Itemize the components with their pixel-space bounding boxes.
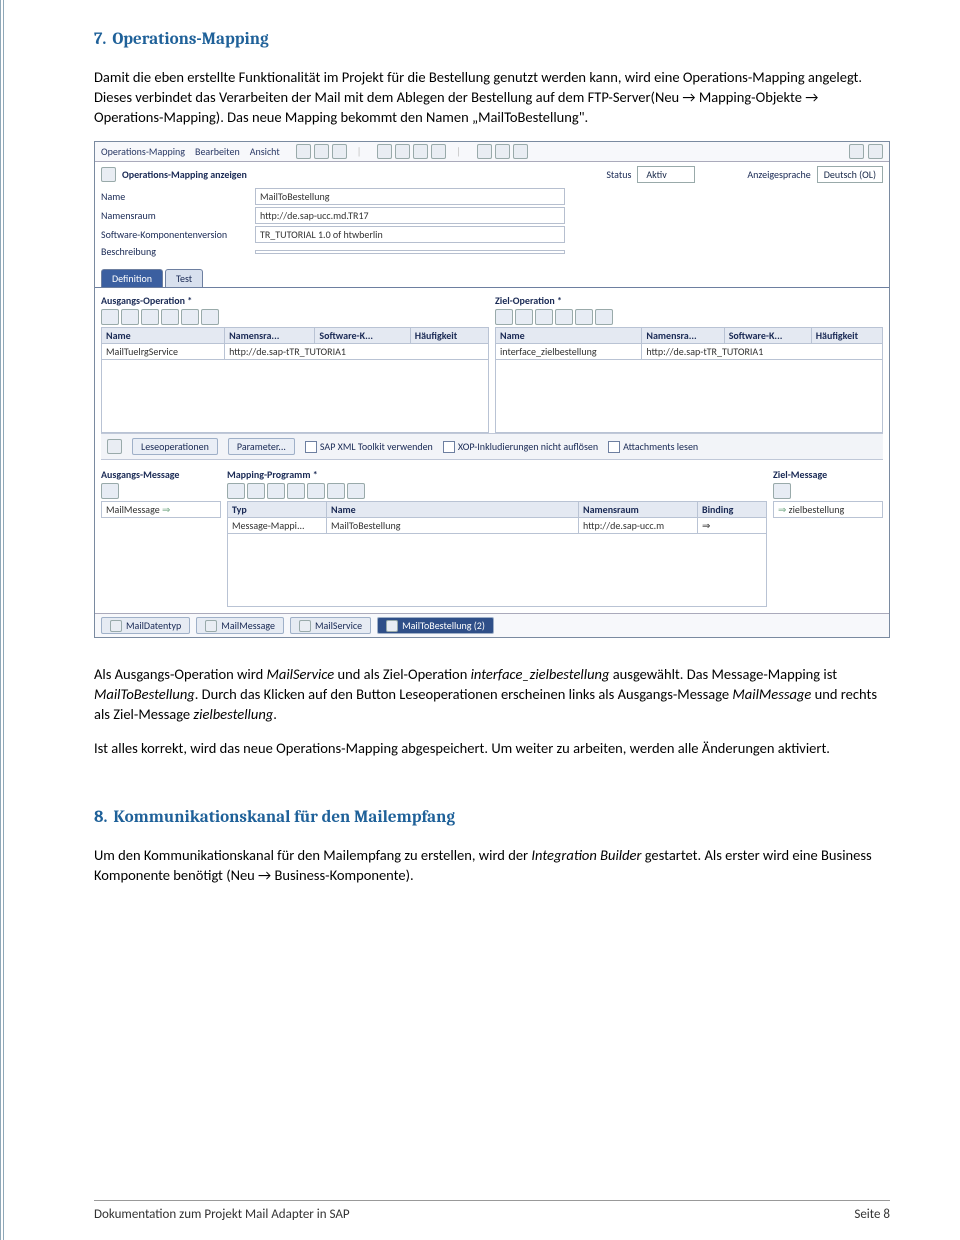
field-swc-value: TR_TUTORIAL 1.0 of htwberlin — [255, 226, 565, 243]
display-title: Operations-Mapping anzeigen — [122, 168, 247, 181]
tbl-btn[interactable] — [227, 483, 245, 499]
tbl-btn[interactable] — [327, 483, 345, 499]
cb-attach[interactable]: Attachments lesen — [608, 440, 698, 453]
footer-left: Dokumentation zum Projekt Mail Adapter i… — [94, 1207, 350, 1222]
tbl-btn[interactable] — [575, 309, 593, 325]
parameters-button[interactable]: Parameter... — [228, 438, 295, 455]
lang-label: Anzeigesprache — [747, 168, 810, 181]
tbl-btn[interactable] — [307, 483, 325, 499]
read-operations-button[interactable]: Leseoperationen — [132, 438, 218, 455]
tbl-btn[interactable] — [347, 483, 365, 499]
mapping-prog-title: Mapping-Programm * — [227, 468, 767, 481]
status-tab[interactable]: MailMessage — [196, 617, 284, 634]
status-tab[interactable]: MailDatentyp — [101, 617, 190, 634]
toolbar-icon[interactable] — [495, 144, 510, 159]
table-row[interactable]: interface_zielbestellung — [496, 344, 642, 360]
field-desc-value[interactable] — [255, 250, 565, 254]
tbl-btn[interactable] — [287, 483, 305, 499]
ausgangs-msg-title: Ausgangs-Message — [101, 468, 221, 481]
field-ns-value: http://de.sap-ucc.md.TR17 — [255, 207, 565, 224]
section-7-title: 7.Operations-Mapping — [94, 30, 890, 49]
lock-icon — [101, 167, 116, 182]
section-8-title: 8.Kommunikationskanal für den Mailempfan… — [94, 808, 890, 827]
section-8-p1: Um den Kommunikationskanal für den Maile… — [94, 845, 890, 885]
tbl-btn[interactable] — [595, 309, 613, 325]
menu-opmapping[interactable]: Operations-Mapping — [101, 145, 185, 158]
table-row[interactable]: MailTuelrgService — [102, 344, 225, 360]
toolbar-icon[interactable] — [296, 144, 311, 159]
tab-definition[interactable]: Definition — [101, 269, 163, 287]
field-name-label: Name — [101, 190, 249, 203]
star-icon[interactable] — [849, 144, 864, 159]
tbl-btn[interactable] — [141, 309, 159, 325]
mapping-table: TypNameNamensraumBinding Message-Mappi..… — [227, 501, 767, 607]
toolbar-icon[interactable] — [413, 144, 428, 159]
footer-right: Seite 8 — [854, 1207, 890, 1222]
lang-value[interactable]: Deutsch (OL) — [817, 166, 883, 183]
menu-view[interactable]: Ansicht — [250, 145, 280, 158]
msg-btn[interactable] — [101, 483, 119, 499]
msg-btn[interactable] — [773, 483, 791, 499]
toolbar-icon[interactable] — [513, 144, 528, 159]
statusbar: MailDatentyp MailMessage MailService Mai… — [95, 613, 889, 637]
menubar: Operations-Mapping Bearbeiten Ansicht | … — [95, 142, 889, 162]
close-icon[interactable] — [868, 144, 883, 159]
tbl-btn[interactable] — [201, 309, 219, 325]
cb-xop[interactable]: XOP-Inkludierungen nicht auflösen — [443, 440, 598, 453]
ausgangs-msg-value[interactable]: MailMessage ⇒ — [101, 501, 221, 518]
page-footer: Dokumentation zum Projekt Mail Adapter i… — [94, 1200, 890, 1222]
status-tab[interactable]: MailService — [290, 617, 371, 634]
cb-sapxml[interactable]: SAP XML Toolkit verwenden — [305, 440, 433, 453]
tbl-btn[interactable] — [121, 309, 139, 325]
ausgangs-table: NameNamensra...Software-K...Häufigkeit M… — [101, 327, 489, 433]
tbl-btn[interactable] — [535, 309, 553, 325]
toolbar-icon[interactable] — [314, 144, 329, 159]
tbl-btn[interactable] — [161, 309, 179, 325]
ziel-msg-title: Ziel-Message — [773, 468, 883, 481]
section-7-p2: Als Ausgangs-Operation wird MailService … — [94, 664, 890, 724]
tbl-btn[interactable] — [555, 309, 573, 325]
table-row[interactable]: Message-Mappi... — [228, 518, 327, 534]
section-7-p1: Damit die eben erstellte Funktionalität … — [94, 67, 890, 127]
field-name-value: MailToBestellung — [255, 188, 565, 205]
ziel-table: NameNamensra...Software-K...Häufigkeit i… — [495, 327, 883, 433]
tbl-btn[interactable] — [247, 483, 265, 499]
tab-test[interactable]: Test — [165, 269, 203, 287]
field-swc-label: Software-Komponentenversion — [101, 228, 249, 241]
right-panel-title: Ziel-Operation * — [495, 294, 883, 307]
tbl-btn[interactable] — [495, 309, 513, 325]
left-panel-title: Ausgangs-Operation * — [101, 294, 489, 307]
tbl-btn[interactable] — [515, 309, 533, 325]
menu-edit[interactable]: Bearbeiten — [195, 145, 240, 158]
toolbar-icon[interactable] — [395, 144, 410, 159]
status-label: Status — [606, 168, 631, 181]
toolbar-icon[interactable] — [377, 144, 392, 159]
refresh-icon[interactable] — [107, 439, 122, 454]
field-ns-label: Namensraum — [101, 209, 249, 222]
status-tab-active[interactable]: MailToBestellung (2) — [377, 617, 494, 634]
section-7-p3: Ist alles korrekt, wird das neue Operati… — [94, 738, 890, 758]
sap-app-window: Operations-Mapping Bearbeiten Ansicht | … — [94, 141, 890, 638]
toolbar-icon[interactable] — [477, 144, 492, 159]
tbl-btn[interactable] — [267, 483, 285, 499]
tbl-btn[interactable] — [101, 309, 119, 325]
toolbar-icon[interactable] — [332, 144, 347, 159]
field-desc-label: Beschreibung — [101, 245, 249, 258]
toolbar-icon[interactable] — [431, 144, 446, 159]
status-value: Aktiv — [637, 166, 695, 183]
tbl-btn[interactable] — [181, 309, 199, 325]
ziel-msg-value[interactable]: ⇒ zielbestellung — [773, 501, 883, 518]
